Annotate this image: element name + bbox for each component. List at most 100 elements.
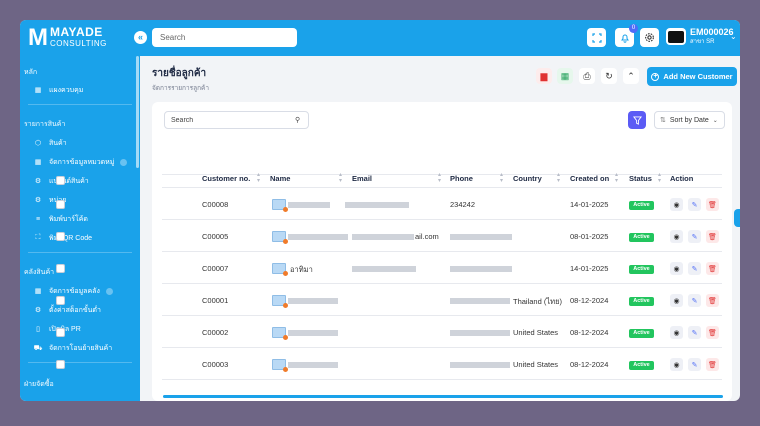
delete-button[interactable]: 🗑 <box>706 326 719 339</box>
filter-button[interactable] <box>628 111 646 129</box>
edit-button[interactable]: ✎ <box>688 294 701 307</box>
company-logo[interactable]: M MAYADE CONSULTING <box>28 26 107 50</box>
delete-button[interactable]: 🗑 <box>706 198 719 211</box>
sidebar-scrollbar[interactable] <box>136 56 139 168</box>
column-header-name[interactable]: Name <box>270 174 290 183</box>
delete-button[interactable]: 🗑 <box>706 358 719 371</box>
delete-button[interactable]: 🗑 <box>706 262 719 275</box>
sort-arrows-icon[interactable]: ▴ ▾ <box>257 172 260 184</box>
sort-arrows-icon[interactable]: ▴ ▾ <box>658 172 661 184</box>
settings-icon: ⚙ <box>34 178 42 185</box>
customer-no: C00008 <box>202 200 229 209</box>
top-bar: M MAYADE CONSULTING « 0 EM000026 สาขา SR… <box>20 20 740 56</box>
row-checkbox[interactable] <box>56 328 65 337</box>
row-checkbox[interactable] <box>56 200 65 209</box>
collapse-header-button[interactable]: ⌃ <box>623 68 639 84</box>
settings-drawer-tab[interactable] <box>734 209 740 227</box>
customer-phone <box>450 266 512 272</box>
edit-icon: ✎ <box>691 201 698 209</box>
eye-icon: ◉ <box>673 361 680 369</box>
notifications-button[interactable]: 0 <box>615 24 638 47</box>
sort-arrows-icon[interactable]: ▴ ▾ <box>557 172 560 184</box>
edit-icon: ✎ <box>691 233 698 241</box>
export-pdf-button[interactable]: ▆ <box>536 68 552 84</box>
view-button[interactable]: ◉ <box>670 326 683 339</box>
export-excel-button[interactable]: ▦ <box>557 68 573 84</box>
row-checkbox[interactable] <box>56 264 65 273</box>
column-header-status[interactable]: Status <box>629 174 652 183</box>
select-all-checkbox[interactable] <box>56 176 65 185</box>
edit-button[interactable]: ✎ <box>688 358 701 371</box>
sort-arrows-icon[interactable]: ▴ ▾ <box>339 172 342 184</box>
customer-country: Thailand (ไทย) <box>513 297 562 306</box>
sidebar-section-products: รายการสินค้า <box>24 121 66 128</box>
settings-button[interactable] <box>640 28 659 47</box>
column-header-country[interactable]: Country <box>513 174 542 183</box>
sort-dropdown[interactable]: ⇅ Sort by Date ⌄ <box>654 111 725 129</box>
row-divider <box>162 251 722 252</box>
eye-icon: ◉ <box>673 201 680 209</box>
view-button[interactable]: ◉ <box>670 198 683 211</box>
chevron-down-icon: ⌄ <box>712 117 718 124</box>
sidebar-item-dashboard[interactable]: ▦ แผงควบคุม <box>34 84 84 96</box>
eye-icon: ◉ <box>673 265 680 273</box>
user-avatar[interactable] <box>666 28 686 45</box>
status-badge: Active <box>629 361 654 370</box>
fullscreen-button[interactable] <box>587 28 606 47</box>
global-search-input[interactable] <box>152 28 297 47</box>
sidebar-item-min-stock[interactable]: ⚙ ตั้งค่าสต็อกขั้นต่ำ <box>34 304 101 316</box>
user-menu[interactable]: EM000026 สาขา SR <box>690 27 734 47</box>
edit-button[interactable]: ✎ <box>688 230 701 243</box>
column-header-created-on[interactable]: Created on <box>570 174 609 183</box>
app-window: M MAYADE CONSULTING « 0 EM000026 สาขา SR… <box>20 20 740 401</box>
sidebar-item-categories[interactable]: ▦ จัดการข้อมูลหมวดหมู่ <box>34 156 128 168</box>
settings-icon: ⚙ <box>34 307 42 314</box>
row-checkbox[interactable] <box>56 360 65 369</box>
customer-email-suffix: ail.com <box>415 232 439 241</box>
sort-arrows-icon[interactable]: ▴ ▾ <box>615 172 618 184</box>
view-button[interactable]: ◉ <box>670 294 683 307</box>
print-button[interactable]: ⎙ <box>579 68 595 84</box>
customer-search-input[interactable] <box>164 111 309 129</box>
row-checkbox[interactable] <box>56 296 65 305</box>
add-new-customer-button[interactable]: + Add New Customer <box>647 67 737 86</box>
delete-button[interactable]: 🗑 <box>706 294 719 307</box>
column-header-phone[interactable]: Phone <box>450 174 473 183</box>
notification-badge: 0 <box>629 24 638 33</box>
sidebar-item-products[interactable]: ⬡ สินค้า <box>34 137 67 149</box>
customer-no: C00002 <box>202 328 229 337</box>
customer-email <box>345 202 409 208</box>
refresh-button[interactable]: ↻ <box>601 68 617 84</box>
column-header-customer-no[interactable]: Customer no. <box>202 174 250 183</box>
clipboard-icon: ▯ <box>36 326 40 333</box>
edit-button[interactable]: ✎ <box>688 326 701 339</box>
sidebar-item-print-barcode[interactable]: ≡ พิมพ์บาร์โค้ด <box>34 213 88 225</box>
customer-avatar <box>272 231 288 244</box>
sidebar-collapse-button[interactable]: « <box>134 31 147 44</box>
barcode-icon: ≡ <box>35 215 41 223</box>
sort-arrows-icon[interactable]: ▴ ▾ <box>438 172 441 184</box>
view-button[interactable]: ◉ <box>670 358 683 371</box>
horizontal-scrollbar[interactable] <box>163 395 723 398</box>
customer-name <box>288 202 330 208</box>
column-header-email[interactable]: Email <box>352 174 372 183</box>
edit-button[interactable]: ✎ <box>688 262 701 275</box>
trash-icon: 🗑 <box>708 329 717 337</box>
status-badge: Active <box>629 201 654 210</box>
eye-icon: ◉ <box>673 329 680 337</box>
chevron-down-icon[interactable]: ⌄ <box>730 32 737 41</box>
view-button[interactable]: ◉ <box>670 230 683 243</box>
filter-icon <box>632 115 642 125</box>
sidebar-item-transfer[interactable]: ⛟ จัดการโอนย้ายสินค้า <box>34 342 113 354</box>
edit-button[interactable]: ✎ <box>688 198 701 211</box>
sidebar-section-purchasing: ฝ่ายจัดซื้อ <box>24 381 54 388</box>
view-button[interactable]: ◉ <box>670 262 683 275</box>
delete-button[interactable]: 🗑 <box>706 230 719 243</box>
logo-title: MAYADE <box>50 25 103 39</box>
logo-subtitle: CONSULTING <box>50 39 107 48</box>
row-checkbox[interactable] <box>56 232 65 241</box>
settings-icon: ⚙ <box>34 197 42 204</box>
sidebar-item-warehouse[interactable]: ▦ จัดการข้อมูลคลัง <box>34 285 113 297</box>
sort-arrows-icon[interactable]: ▴ ▾ <box>500 172 503 184</box>
sidebar-item-label: ตั้งค่าสต็อกขั้นต่ำ <box>49 306 101 314</box>
